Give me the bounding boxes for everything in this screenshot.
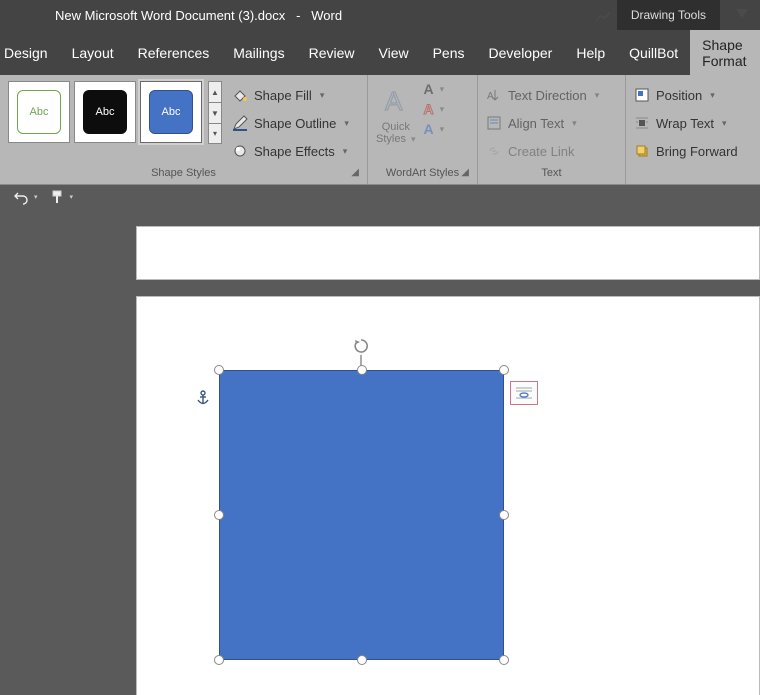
dialog-launcher-icon[interactable]: ◢	[461, 166, 469, 180]
bring-forward-icon	[634, 143, 650, 159]
undo-dropdown-icon[interactable]: ▾	[34, 193, 38, 201]
shape-fill-button[interactable]: Shape Fill▾	[232, 83, 349, 107]
anchor-icon[interactable]	[196, 390, 210, 409]
style-preset-3-selected[interactable]: Abc	[140, 81, 202, 143]
gallery-scroll: ▲ ▼ ▾	[208, 81, 222, 144]
wordart-mini-buttons: A▾ A▾ A▾	[422, 81, 445, 137]
format-painter-button[interactable]	[48, 188, 66, 206]
selected-shape[interactable]	[219, 370, 504, 660]
qat-customize-icon[interactable]: ▾	[70, 193, 74, 201]
create-link-button: Create Link	[486, 139, 617, 163]
ribbon-tabs: Design Layout References Mailings Review…	[0, 30, 760, 75]
svg-text:A: A	[385, 86, 403, 116]
document-workspace	[0, 209, 760, 695]
chevron-down-icon: ▾	[344, 118, 349, 129]
shape-outline-button[interactable]: Shape Outline▾	[232, 111, 349, 135]
effects-icon	[232, 143, 248, 159]
ribbon-display-icon[interactable]	[589, 1, 617, 29]
layout-options-button[interactable]	[510, 381, 538, 405]
gallery-more-button[interactable]: ▾	[208, 123, 222, 144]
title-bar: New Microsoft Word Document (3).docx - W…	[0, 0, 760, 30]
resize-handle-e[interactable]	[499, 510, 509, 520]
text-effects-button[interactable]: A▾	[422, 121, 445, 137]
position-button[interactable]: Position▾	[634, 83, 752, 107]
group-label-text: Text	[486, 166, 617, 182]
dialog-launcher-icon[interactable]: ◢	[351, 166, 359, 180]
window-title: New Microsoft Word Document (3).docx - W…	[55, 8, 342, 23]
tab-view[interactable]: View	[367, 30, 421, 75]
wrap-text-button[interactable]: Wrap Text▾	[634, 111, 752, 135]
group-label-shape-styles: Shape Styles ◢	[8, 166, 359, 182]
gallery-up-button[interactable]: ▲	[208, 81, 222, 102]
bring-forward-button[interactable]: Bring Forward	[634, 139, 752, 163]
shape-rectangle[interactable]	[219, 370, 504, 660]
link-icon	[486, 143, 502, 159]
text-direction-button[interactable]: A Text Direction▾	[486, 83, 617, 107]
tab-quillbot[interactable]: QuillBot	[617, 30, 690, 75]
align-text-button[interactable]: Align Text▾	[486, 111, 617, 135]
tab-shape-format[interactable]: Shape Format	[690, 30, 758, 75]
resize-handle-se[interactable]	[499, 655, 509, 665]
tab-pens[interactable]: Pens	[421, 30, 477, 75]
app-name: Word	[311, 8, 342, 23]
tab-references[interactable]: References	[126, 30, 222, 75]
tab-review[interactable]: Review	[297, 30, 367, 75]
wrap-text-icon	[634, 115, 650, 131]
text-direction-icon: A	[486, 87, 502, 103]
tab-mailings[interactable]: Mailings	[221, 30, 296, 75]
shape-effects-button[interactable]: Shape Effects▾	[232, 139, 349, 163]
quick-access-toolbar: ▾ ▾	[0, 185, 760, 209]
group-shape-styles: Abc Abc Abc ▲ ▼ ▾ Shape Fill▾	[0, 75, 368, 184]
style-preset-2[interactable]: Abc	[74, 81, 136, 143]
svg-text:A: A	[487, 91, 494, 102]
align-text-icon	[486, 115, 502, 131]
resize-handle-ne[interactable]	[499, 365, 509, 375]
gallery-down-button[interactable]: ▼	[208, 102, 222, 123]
doc-name: New Microsoft Word Document (3).docx	[55, 8, 285, 23]
undo-button[interactable]	[12, 188, 30, 206]
text-outline-button[interactable]: A▾	[422, 101, 445, 117]
style-preset-1[interactable]: Abc	[8, 81, 70, 143]
tab-design[interactable]: Design	[0, 30, 60, 75]
position-icon	[634, 87, 650, 103]
bucket-icon	[232, 87, 248, 103]
tab-developer[interactable]: Developer	[477, 30, 565, 75]
rotate-handle[interactable]	[352, 337, 370, 355]
resize-handle-nw[interactable]	[214, 365, 224, 375]
ribbon: Abc Abc Abc ▲ ▼ ▾ Shape Fill▾	[0, 75, 760, 185]
group-arrange: Position▾ Wrap Text▾ Bring Forward	[626, 75, 760, 184]
chevron-down-icon: ▾	[343, 146, 348, 157]
resize-handle-w[interactable]	[214, 510, 224, 520]
group-text: A Text Direction▾ Align Text▾ Create Lin…	[478, 75, 626, 184]
tab-layout[interactable]: Layout	[60, 30, 126, 75]
previous-page-edge	[136, 226, 760, 280]
resize-handle-s[interactable]	[357, 655, 367, 665]
shape-style-menu: Shape Fill▾ Shape Outline▾ Shape Effects…	[232, 81, 349, 166]
shape-style-gallery: Abc Abc Abc ▲ ▼ ▾	[8, 81, 222, 166]
resize-handle-n[interactable]	[357, 365, 367, 375]
text-fill-button[interactable]: A▾	[422, 81, 445, 97]
quick-styles-button[interactable]: A Quick Styles ▾	[376, 81, 416, 145]
resize-handle-sw[interactable]	[214, 655, 224, 665]
group-wordart-styles: A Quick Styles ▾ A▾ A▾ A▾ WordArt Styles…	[368, 75, 478, 184]
collapse-ribbon-icon[interactable]	[728, 1, 756, 29]
contextual-tab-label: Drawing Tools	[617, 0, 720, 30]
chevron-down-icon: ▾	[320, 90, 325, 101]
pen-icon	[232, 115, 248, 131]
group-label-wordart: WordArt Styles ◢	[376, 166, 469, 182]
wordart-A-icon: A	[381, 81, 411, 121]
tab-help[interactable]: Help	[564, 30, 617, 75]
